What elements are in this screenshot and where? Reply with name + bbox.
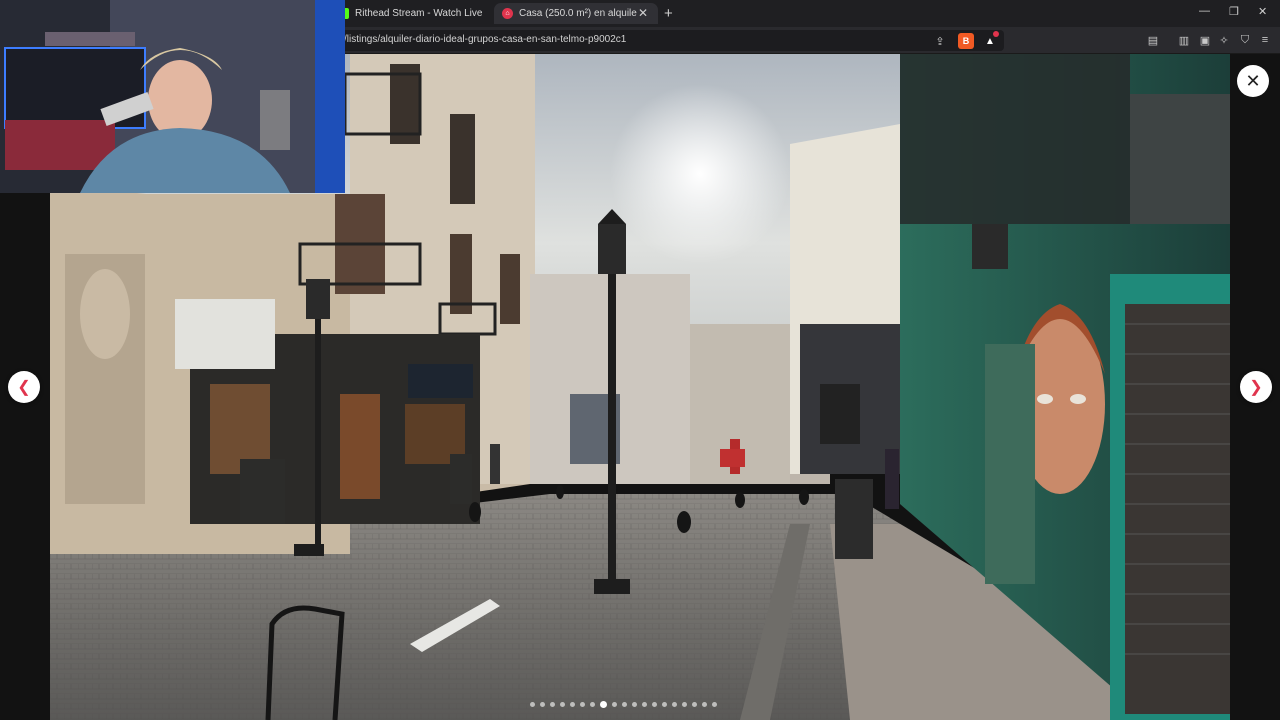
restore-icon[interactable]: ❐ (1229, 5, 1239, 18)
gallery-pagination (530, 701, 717, 708)
tab-close-icon[interactable]: ✕ (638, 6, 648, 20)
gallery-dot[interactable] (672, 702, 677, 707)
gallery-dot[interactable] (692, 702, 697, 707)
tab-title: Rithead Stream - Watch Live on Kick (355, 8, 485, 19)
reader-mode-icon[interactable]: ▤ (1145, 32, 1161, 48)
vpn-icon[interactable]: ⛉ (1237, 32, 1253, 48)
wallet-icon[interactable]: ▣ (1197, 32, 1213, 48)
menu-icon[interactable]: ≡ (1257, 32, 1273, 48)
site-favicon-icon: ⌂ (502, 8, 513, 19)
tab-title: Casa (250.0 m²) en alquiler en Bu (519, 8, 637, 19)
minimize-icon[interactable]: — (1199, 5, 1210, 17)
brave-rewards-icon[interactable]: ▲ (982, 31, 999, 49)
gallery-dot[interactable] (590, 702, 595, 707)
gallery-dot[interactable] (642, 702, 647, 707)
gallery-dot[interactable] (612, 702, 617, 707)
address-bar[interactable]: /listings/alquiler-diario-ideal-grupos-c… (336, 30, 1004, 51)
tab-kick-stream[interactable]: Rithead Stream - Watch Live on Kick (338, 3, 488, 24)
gallery-dot[interactable] (712, 702, 717, 707)
gallery-dot[interactable] (682, 702, 687, 707)
brave-shields-icon[interactable]: B (958, 33, 974, 49)
previous-photo-button[interactable]: ❮ (8, 371, 40, 403)
gallery-dot[interactable] (622, 702, 627, 707)
close-viewer-button[interactable]: ✕ (1237, 65, 1269, 97)
chevron-right-icon: ❯ (1249, 379, 1263, 396)
streamer-webcam (0, 0, 345, 193)
window-close-icon[interactable]: ✕ (1258, 5, 1267, 18)
gallery-dot[interactable] (550, 702, 555, 707)
new-tab-button[interactable]: + (664, 5, 673, 22)
gallery-dot[interactable] (540, 702, 545, 707)
gallery-dot[interactable] (560, 702, 565, 707)
gallery-dot[interactable] (632, 702, 637, 707)
leo-ai-icon[interactable]: ✧ (1216, 32, 1232, 48)
sidebar-icon[interactable]: ▥ (1176, 32, 1192, 48)
tab-listing[interactable]: ⌂ Casa (250.0 m²) en alquiler en Bu ✕ (494, 3, 658, 24)
gallery-dot[interactable] (580, 702, 585, 707)
share-icon[interactable]: ⇪ (932, 33, 948, 49)
gallery-dot[interactable] (652, 702, 657, 707)
gallery-dot[interactable] (570, 702, 575, 707)
gallery-dot[interactable] (530, 702, 535, 707)
chevron-left-icon: ❮ (17, 379, 31, 396)
url-text: /listings/alquiler-diario-ideal-grupos-c… (344, 34, 627, 45)
close-icon: ✕ (1245, 70, 1261, 91)
gallery-dot[interactable] (662, 702, 667, 707)
gallery-dot[interactable] (600, 701, 607, 708)
next-photo-button[interactable]: ❯ (1240, 371, 1272, 403)
gallery-dot[interactable] (702, 702, 707, 707)
